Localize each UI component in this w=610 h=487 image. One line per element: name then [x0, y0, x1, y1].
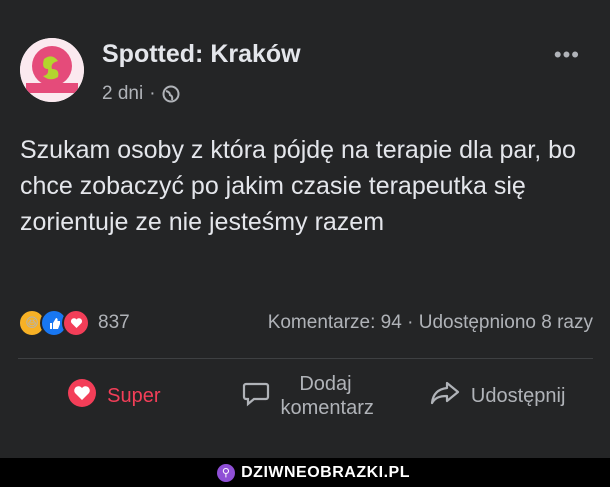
post-time[interactable]: 2 dni: [102, 83, 143, 105]
post-stats: 😆 837 Komentarze: 94 · Udostępniono 8 ra…: [18, 308, 593, 338]
super-reaction-button[interactable]: Super: [18, 365, 210, 427]
watermark-text: DZIWNEOBRAZKI.PL: [241, 463, 410, 481]
more-options-button[interactable]: •••: [554, 42, 580, 68]
share-label: Udostępnij: [470, 385, 566, 407]
reactions-summary[interactable]: 😆 837: [18, 309, 130, 337]
shares-count[interactable]: Udostępniono 8 razy: [419, 312, 593, 333]
heart-icon: [67, 378, 97, 414]
watermark-bar: ⚲ DZIWNEOBRAZKI.PL: [0, 458, 610, 487]
meta-separator: ·: [149, 83, 156, 104]
magnifier-icon: ⚲: [217, 463, 236, 482]
comments-count[interactable]: Komentarze: 94: [268, 312, 402, 333]
stats-separator: ·: [407, 312, 414, 333]
globe-icon: [162, 85, 180, 103]
post-meta: 2 dni ·: [102, 83, 180, 105]
comment-bubble-icon: [241, 378, 271, 414]
comment-label: Dodaj komentarz: [280, 373, 374, 419]
post-card: Spotted: Kraków 2 dni · ••• Szukam osoby…: [0, 0, 610, 458]
action-divider: [18, 358, 593, 359]
post-actions: Super Dodaj komentarz Udostępnij: [18, 365, 593, 427]
reaction-count: 837: [98, 312, 130, 333]
love-reaction-icon: [62, 309, 90, 337]
engagement-stats: Komentarze: 94 · Udostępniono 8 razy: [268, 312, 593, 334]
share-arrow-icon: [429, 378, 461, 414]
post-text: Szukam osoby z która pójdę na terapie dl…: [20, 136, 576, 236]
super-label: Super: [107, 385, 161, 407]
page-name[interactable]: Spotted: Kraków: [102, 40, 301, 69]
share-button[interactable]: Udostępnij: [401, 365, 593, 427]
comment-button[interactable]: Dodaj komentarz: [210, 365, 402, 427]
page-avatar[interactable]: [20, 38, 84, 102]
watermark-brand[interactable]: ⚲ DZIWNEOBRAZKI.PL: [217, 463, 410, 482]
